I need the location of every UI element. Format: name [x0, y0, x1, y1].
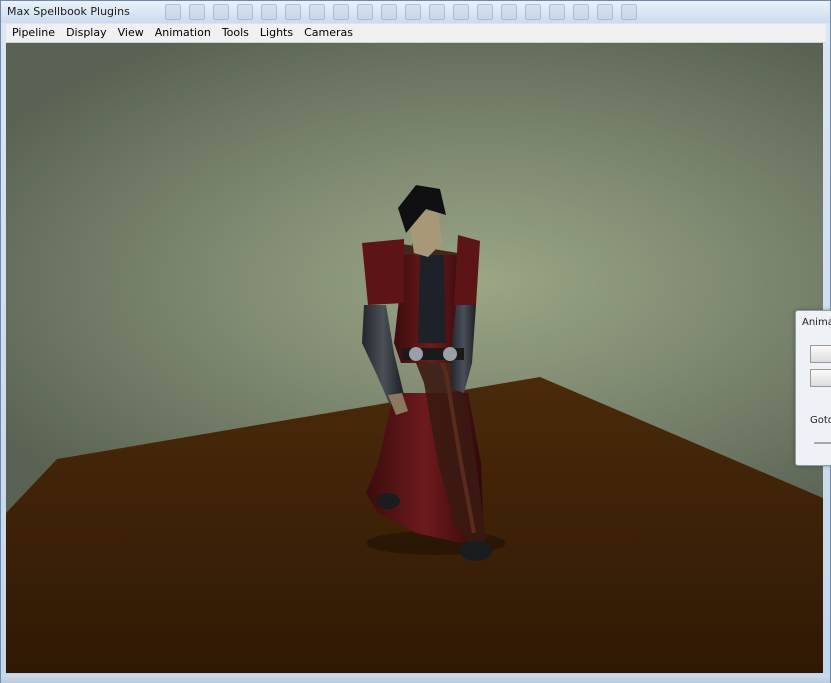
window-title: Max Spellbook Plugins: [7, 5, 130, 18]
title-bar[interactable]: Max Spellbook Plugins: [1, 1, 830, 23]
menu-pipeline[interactable]: Pipeline: [6, 24, 60, 42]
toolbar-icon: [189, 4, 205, 20]
toolbar-icon: [165, 4, 181, 20]
menu-bar: Pipeline Display View Animation Tools Li…: [6, 24, 826, 43]
toolbar-icon: [429, 4, 445, 20]
background-toolbar: [161, 1, 721, 21]
3d-viewport[interactable]: [6, 43, 823, 673]
menu-lights[interactable]: Lights: [254, 24, 298, 42]
goto-slider[interactable]: [814, 442, 831, 444]
toolbar-icon: [477, 4, 493, 20]
toolbar-icon: [501, 4, 517, 20]
menu-display[interactable]: Display: [60, 24, 112, 42]
toolbar-icon: [405, 4, 421, 20]
animation-panel-title: Anima: [802, 317, 831, 328]
toolbar-icon: [357, 4, 373, 20]
toolbar-icon: [285, 4, 301, 20]
menu-tools[interactable]: Tools: [216, 24, 254, 42]
panel-button[interactable]: [810, 369, 831, 387]
panel-button[interactable]: [810, 345, 831, 363]
character-model: [362, 185, 492, 561]
toolbar-icon: [621, 4, 637, 20]
toolbar-icon: [549, 4, 565, 20]
scene-render: [6, 185, 823, 673]
toolbar-icon: [573, 4, 589, 20]
animation-panel[interactable]: Anima Goto: [795, 310, 831, 466]
toolbar-icon: [261, 4, 277, 20]
toolbar-icon: [237, 4, 253, 20]
menu-cameras[interactable]: Cameras: [298, 24, 358, 42]
toolbar-icon: [597, 4, 613, 20]
toolbar-icon: [381, 4, 397, 20]
toolbar-icon: [333, 4, 349, 20]
toolbar-icon: [213, 4, 229, 20]
toolbar-icon: [525, 4, 541, 20]
toolbar-icon: [309, 4, 325, 20]
app-window: Max Spellbook Plugins Pipeline Display V…: [0, 0, 831, 683]
toolbar-icon: [453, 4, 469, 20]
menu-animation[interactable]: Animation: [149, 24, 216, 42]
menu-view[interactable]: View: [112, 24, 149, 42]
goto-label: Goto: [810, 415, 831, 426]
